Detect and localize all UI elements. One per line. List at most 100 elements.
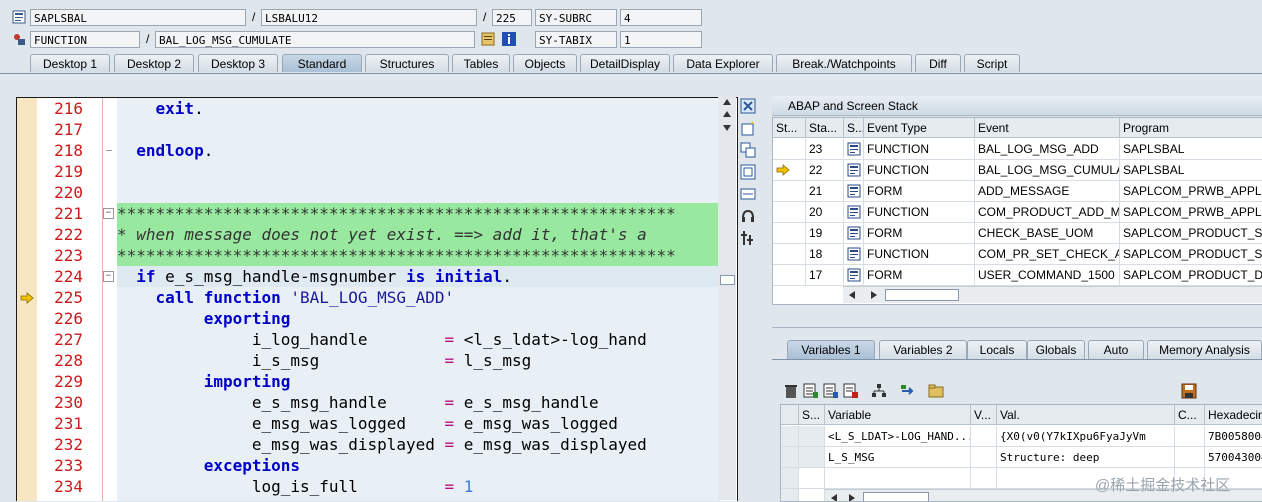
source-editor[interactable]: 216 exit. 217 218 endloop. 219 220 221 *******… [16,97,738,501]
tab-breakpoints[interactable]: Break./Watchpoints [776,54,912,72]
swap-tool-icon[interactable] [740,142,756,158]
code-text[interactable]: ****************************************… [117,245,719,266]
stack-source-icon-cell[interactable] [844,139,864,160]
code-text[interactable]: i_s_msg = l_s_msg [117,350,719,371]
stack-cell-type[interactable]: FUNCTION [864,160,975,181]
tab-auto[interactable]: Auto [1088,340,1144,359]
variable-cell[interactable] [971,468,997,489]
code-line[interactable]: 232 e_msg_was_displayed = e_msg_was_disp… [17,434,737,455]
stack-status-cell[interactable] [773,265,806,286]
close-icon[interactable] [740,98,756,114]
tab-standard[interactable]: Standard [282,54,362,72]
stack-source-icon-cell[interactable] [844,202,864,223]
stack-cell-level[interactable]: 18 [806,244,844,265]
code-text[interactable]: ****************************************… [117,203,719,224]
code-text[interactable]: * when message does not yet exist. ==> a… [117,224,719,245]
variable-cell[interactable] [1175,426,1205,447]
stack-cell-program[interactable]: SAPLCOM_PRWB_APPLL... [1120,202,1262,223]
variable-row-selector[interactable] [781,468,799,489]
scroll-left-icon[interactable] [849,291,857,299]
variable-row-selector[interactable] [781,426,799,447]
stack-cell-event[interactable]: BAL_LOG_MSG_CUMULA... [975,160,1120,181]
code-text[interactable]: e_msg_was_displayed = e_msg_was_displaye… [117,434,719,455]
stack-column-header[interactable]: Event [975,118,1120,138]
info-icon[interactable] [502,32,516,46]
code-text[interactable]: call function 'BAL_LOG_MSG_ADD' [117,287,719,308]
code-text[interactable]: endloop. [117,140,719,161]
variable-cell[interactable] [1175,447,1205,468]
stack-source-icon-cell[interactable] [844,223,864,244]
code-line[interactable]: 233 exceptions [17,455,737,476]
stack-cell-program[interactable]: SAPLCOM_PRWB_APPLL... [1120,181,1262,202]
stack-cell-type[interactable]: FORM [864,265,975,286]
variable-column-header[interactable]: S... [799,405,825,425]
scroll-thumb[interactable] [863,492,929,501]
save-variables-icon[interactable] [803,383,819,399]
tab-desktop-3[interactable]: Desktop 3 [198,54,278,72]
code-text[interactable]: importing [117,371,719,392]
tab-objects[interactable]: Objects [513,54,577,72]
code-line[interactable]: 225 call function 'BAL_LOG_MSG_ADD' [17,287,737,308]
variable-cell[interactable] [799,447,825,468]
variable-column-header[interactable]: C... [1175,405,1205,425]
stack-status-cell[interactable] [773,223,806,244]
stack-cell-event[interactable]: ADD_MESSAGE [975,181,1120,202]
stack-status-cell[interactable] [773,181,806,202]
code-line[interactable]: 219 [17,161,737,182]
transfer-icon[interactable] [900,383,916,399]
stack-cell-program[interactable]: SAPLCOM_PRODUCT_DE... [1120,265,1262,286]
stack-cell-program[interactable]: SAPLSBAL [1120,139,1262,160]
fold-line-icon[interactable] [106,150,112,151]
scroll-thumb[interactable] [720,275,735,285]
editor-vertical-scrollbar[interactable] [718,97,736,500]
code-line[interactable]: 216 exit. [17,98,737,119]
clear-variables-icon[interactable] [843,383,859,399]
stack-cell-event[interactable]: BAL_LOG_MSG_ADD [975,139,1120,160]
variable-cell-name[interactable]: L_S_MSG [825,447,971,468]
code-line[interactable]: 220 [17,182,737,203]
sysvar-value-2[interactable]: 1 [620,31,702,48]
sysvar-value-1[interactable]: 4 [620,9,702,26]
stack-cell-level[interactable]: 20 [806,202,844,223]
collapse-icon[interactable]: − [103,208,114,219]
stack-source-icon-cell[interactable] [844,244,864,265]
variable-cell[interactable] [971,426,997,447]
stack-cell-event[interactable]: COM_PR_SET_CHECK_A... [975,244,1120,265]
tab-locals[interactable]: Locals [967,340,1027,359]
services-icon[interactable] [740,208,756,224]
variable-column-header[interactable]: Hexadecim [1205,405,1262,425]
code-line[interactable]: 226 exporting [17,308,737,329]
tab-variables-2[interactable]: Variables 2 [879,340,967,359]
code-text[interactable]: exporting [117,308,719,329]
stack-status-cell[interactable] [773,202,806,223]
variable-cell-value[interactable]: Structure: deep [997,447,1175,468]
code-line[interactable]: 221 *************************************… [17,203,737,224]
tab-tables[interactable]: Tables [452,54,510,72]
stack-column-header[interactable]: Program [1120,118,1262,138]
scroll-thumb[interactable] [885,289,959,301]
collapse-icon[interactable]: − [103,271,114,282]
code-text[interactable]: if e_s_msg_handle-msgnumber is initial. [117,266,719,287]
stack-status-cell[interactable] [773,160,806,181]
stack-cell-type[interactable]: FUNCTION [864,139,975,160]
tab-detaildisplay[interactable]: DetailDisplay [580,54,670,72]
code-line[interactable]: 223 *************************************… [17,245,737,266]
code-line[interactable]: 224 if e_s_msg_handle-msgnumber is initi… [17,266,737,287]
variable-row-selector-header[interactable] [781,405,799,425]
code-line[interactable]: 222 * when message does not yet exist. ==… [17,224,737,245]
tab-structures[interactable]: Structures [365,54,449,72]
save-icon[interactable] [1181,383,1197,399]
stack-cell-event[interactable]: CHECK_BASE_UOM [975,223,1120,244]
tab-diff[interactable]: Diff [915,54,961,72]
variable-cell-value[interactable]: {X0(v0(Y7kIXpu6FyaJyVm [997,426,1175,447]
stack-cell-level[interactable]: 22 [806,160,844,181]
scroll-up-icon[interactable] [723,99,731,105]
stack-cell-program[interactable]: SAPLSBAL [1120,160,1262,181]
code-line[interactable]: 234 log_is_full = 1 [17,476,737,497]
code-line[interactable]: 229 importing [17,371,737,392]
variable-row-selector[interactable] [781,489,799,501]
code-line[interactable]: 227 i_log_handle = <l_s_ldat>-log_hand [17,329,737,350]
stack-cell-level[interactable]: 21 [806,181,844,202]
stack-cell-type[interactable]: FUNCTION [864,202,975,223]
resize-icon[interactable] [740,186,756,202]
